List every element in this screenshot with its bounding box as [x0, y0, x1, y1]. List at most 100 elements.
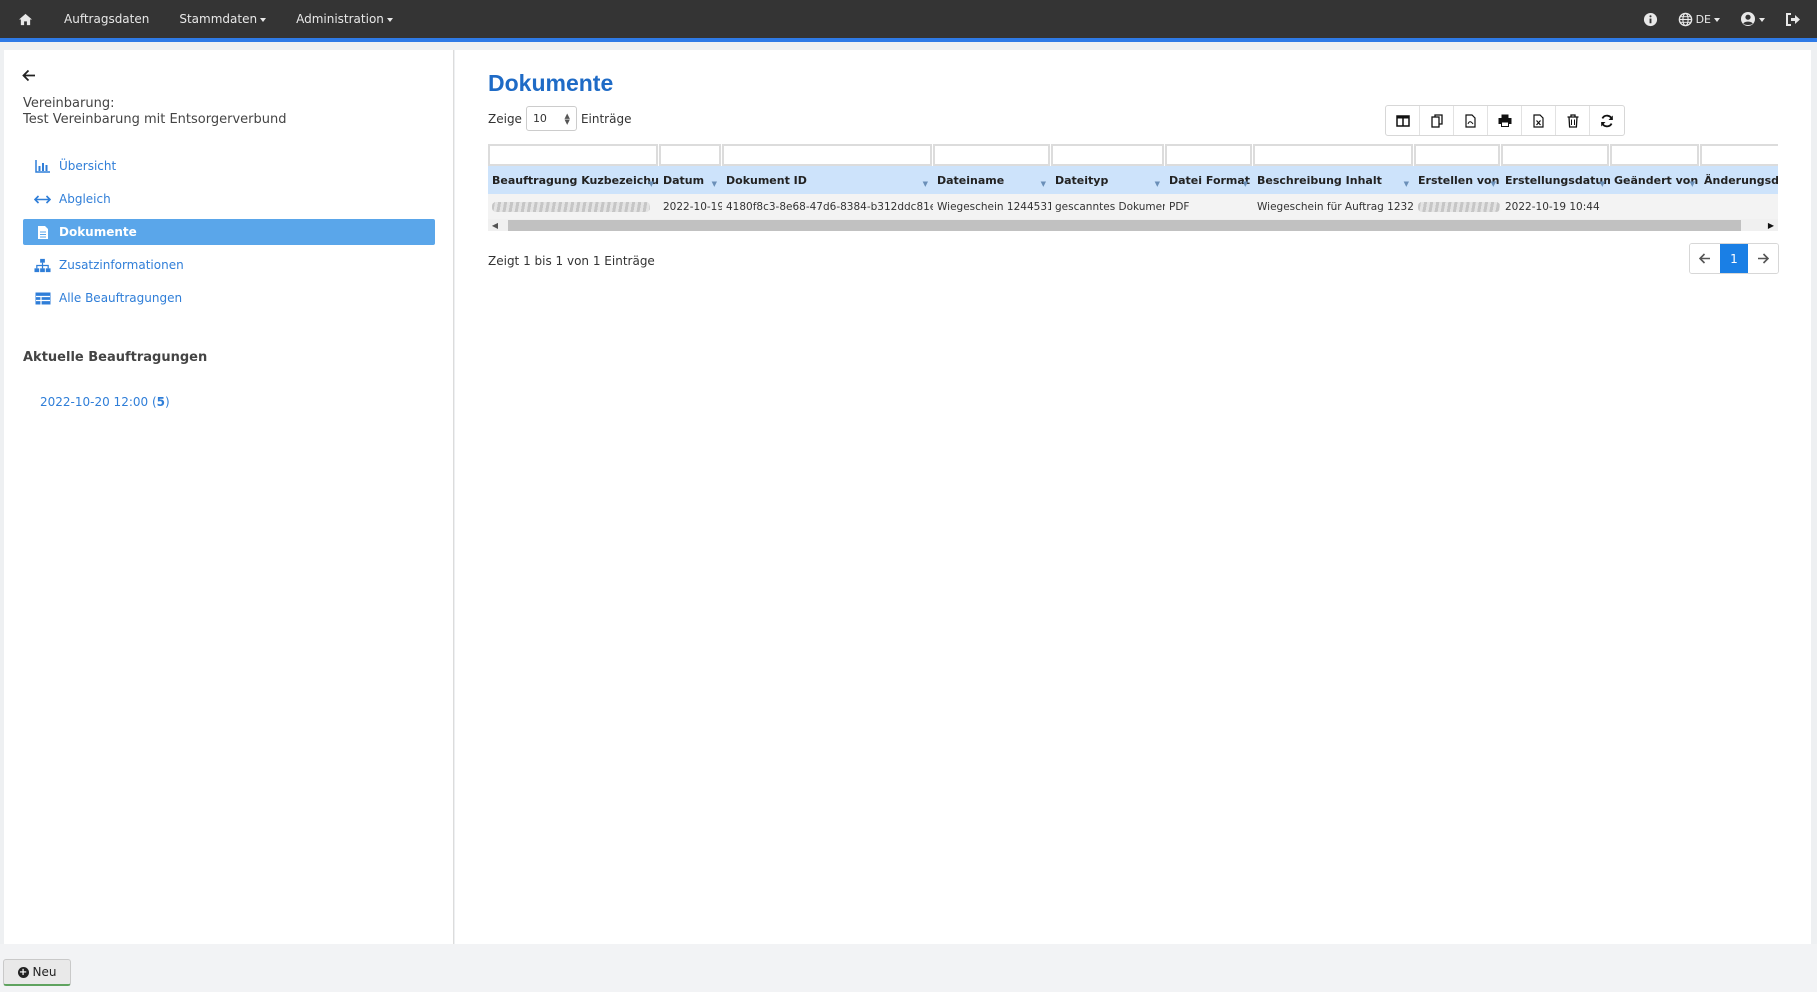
pdf-icon	[1465, 113, 1476, 128]
scrollbar-thumb[interactable]	[508, 219, 1741, 231]
column-header[interactable]: Beschreibung Inhalt ▼	[1253, 166, 1414, 194]
table-cell: Wiegeschein 12445311	[937, 200, 1051, 213]
sidebar-menu: Übersicht Abgleich Dokumente Zusatzinfor…	[23, 153, 435, 318]
table-cell: 2022-10-19	[663, 200, 722, 213]
nav-administration[interactable]: Administration	[296, 12, 393, 26]
filter-row	[488, 144, 1778, 166]
filter-input[interactable]	[659, 144, 721, 166]
info-icon[interactable]	[1643, 12, 1658, 27]
sort-icon: ▼	[1599, 180, 1605, 188]
refresh-icon	[1601, 114, 1613, 127]
page-size-select[interactable]: 10 ▲ ▼	[525, 106, 577, 131]
copy-button[interactable]	[1420, 106, 1454, 135]
redacted-text	[492, 201, 650, 212]
filter-input[interactable]	[722, 144, 932, 166]
table-info: Zeigt 1 bis 1 von 1 Einträge	[488, 254, 655, 268]
column-header[interactable]: Änderungsdatum	[1700, 166, 1778, 194]
home-icon[interactable]	[16, 10, 34, 28]
language-selector[interactable]: DE	[1678, 12, 1720, 27]
sitemap-icon	[34, 258, 51, 273]
chart-icon	[34, 159, 51, 174]
page-title: Dokumente	[488, 70, 614, 96]
refresh-button[interactable]	[1590, 106, 1624, 135]
entries-label: Einträge	[580, 111, 632, 126]
show-label: Zeige	[488, 111, 522, 126]
column-header[interactable]: Erstellen von ▼	[1414, 166, 1501, 194]
order-count: 5	[156, 395, 165, 409]
agreement-label: Vereinbarung:	[23, 96, 115, 111]
nav-stammdaten[interactable]: Stammdaten	[179, 12, 267, 26]
globe-icon	[1678, 12, 1692, 26]
table-toolbar	[1385, 105, 1625, 136]
sidebar-panel: Vereinbarung: Test Vereinbarung mit Ents…	[4, 50, 454, 944]
sidebar-item-label: Dokumente	[59, 225, 137, 239]
caret-down-icon	[386, 17, 393, 22]
column-header[interactable]: Dateiname ▼	[933, 166, 1051, 194]
table-icon	[34, 291, 51, 306]
user-circle-icon	[1741, 12, 1755, 26]
sort-icon: ▼	[1040, 180, 1046, 188]
current-order-link[interactable]: 2022-10-20 12:00 (5)	[40, 395, 170, 409]
page-1-button[interactable]: 1	[1720, 244, 1748, 273]
next-page-button[interactable]	[1748, 244, 1778, 273]
language-label: DE	[1695, 12, 1711, 26]
print-button[interactable]	[1488, 106, 1522, 135]
redacted-text	[1418, 201, 1500, 212]
caret-down-icon	[1759, 17, 1765, 22]
caret-down-icon	[1714, 17, 1720, 22]
sort-icon: ▼	[1490, 180, 1496, 188]
table-cell-redacted	[488, 194, 659, 219]
sidebar-item-zusatzinformationen[interactable]: Zusatzinformationen	[23, 252, 435, 278]
column-header[interactable]: Erstellungsdatum ▼	[1501, 166, 1610, 194]
filter-input[interactable]	[1501, 144, 1609, 166]
nav-auftragsdaten[interactable]: Auftragsdaten	[64, 12, 149, 26]
arrow-right-icon	[1758, 253, 1769, 264]
horizontal-scrollbar[interactable]: ◀ ▶	[488, 219, 1778, 231]
sidebar-item-dokumente[interactable]: Dokumente	[23, 219, 435, 245]
filter-input[interactable]	[1414, 144, 1500, 166]
new-button[interactable]: + Neu	[3, 959, 71, 986]
trash-icon	[1567, 113, 1578, 128]
filter-input[interactable]	[488, 144, 658, 166]
back-arrow-icon[interactable]	[22, 69, 38, 83]
columns-button[interactable]	[1386, 106, 1420, 135]
sidebar-item-uebersicht[interactable]: Übersicht	[23, 153, 435, 179]
sort-icon: ▼	[1242, 180, 1248, 188]
column-header[interactable]: Geändert von ▼	[1610, 166, 1700, 194]
excel-export-button[interactable]	[1522, 106, 1556, 135]
filter-input[interactable]	[1165, 144, 1252, 166]
column-header[interactable]: Dokument ID ▼	[722, 166, 933, 194]
sidebar-item-alle-beauftragungen[interactable]: Alle Beauftragungen	[23, 285, 435, 311]
filter-input[interactable]	[1610, 144, 1699, 166]
agreement-name: Test Vereinbarung mit Entsorgerverbund	[23, 112, 287, 127]
logout-icon[interactable]	[1785, 12, 1801, 27]
document-icon	[34, 225, 51, 240]
main-panel: Dokumente Zeige 10 ▲ ▼ Einträge Beauftra…	[455, 50, 1811, 944]
table-cell	[1700, 194, 1778, 219]
pdf-export-button[interactable]	[1454, 106, 1488, 135]
filter-input[interactable]	[1051, 144, 1164, 166]
column-header[interactable]: Beauftragung Kuzbezeichung ▼	[488, 166, 659, 194]
sidebar-item-abgleich[interactable]: Abgleich	[23, 186, 435, 212]
previous-page-button[interactable]	[1690, 244, 1720, 273]
delete-button[interactable]	[1556, 106, 1590, 135]
table-row[interactable]: 2022-10-19 4180f8c3-8e68-47d6-8384-b312d…	[488, 194, 1778, 219]
filter-input[interactable]	[933, 144, 1050, 166]
scroll-left-icon[interactable]: ◀	[488, 219, 502, 231]
table-cell: Wiegeschein für Auftrag 123221	[1257, 200, 1414, 213]
user-menu[interactable]	[1740, 11, 1765, 27]
table-cell	[1610, 194, 1700, 219]
current-orders-title: Aktuelle Beauftragungen	[23, 350, 208, 365]
column-header[interactable]: Datei Format ▼	[1165, 166, 1253, 194]
column-header[interactable]: Dateityp ▼	[1051, 166, 1165, 194]
table-cell: 2022-10-19 10:44	[1505, 200, 1600, 213]
sort-icon: ▼	[711, 180, 717, 188]
sort-icon: ▼	[922, 180, 928, 188]
filter-input[interactable]	[1253, 144, 1413, 166]
scroll-right-icon[interactable]: ▶	[1764, 219, 1778, 231]
page-length-control: Zeige 10 ▲ ▼ Einträge	[488, 106, 631, 131]
filter-input[interactable]	[1700, 144, 1778, 166]
column-header[interactable]: Datum ▼	[659, 166, 722, 194]
sidebar-item-label: Abgleich	[59, 192, 111, 206]
plus-circle-icon: +	[17, 966, 29, 978]
